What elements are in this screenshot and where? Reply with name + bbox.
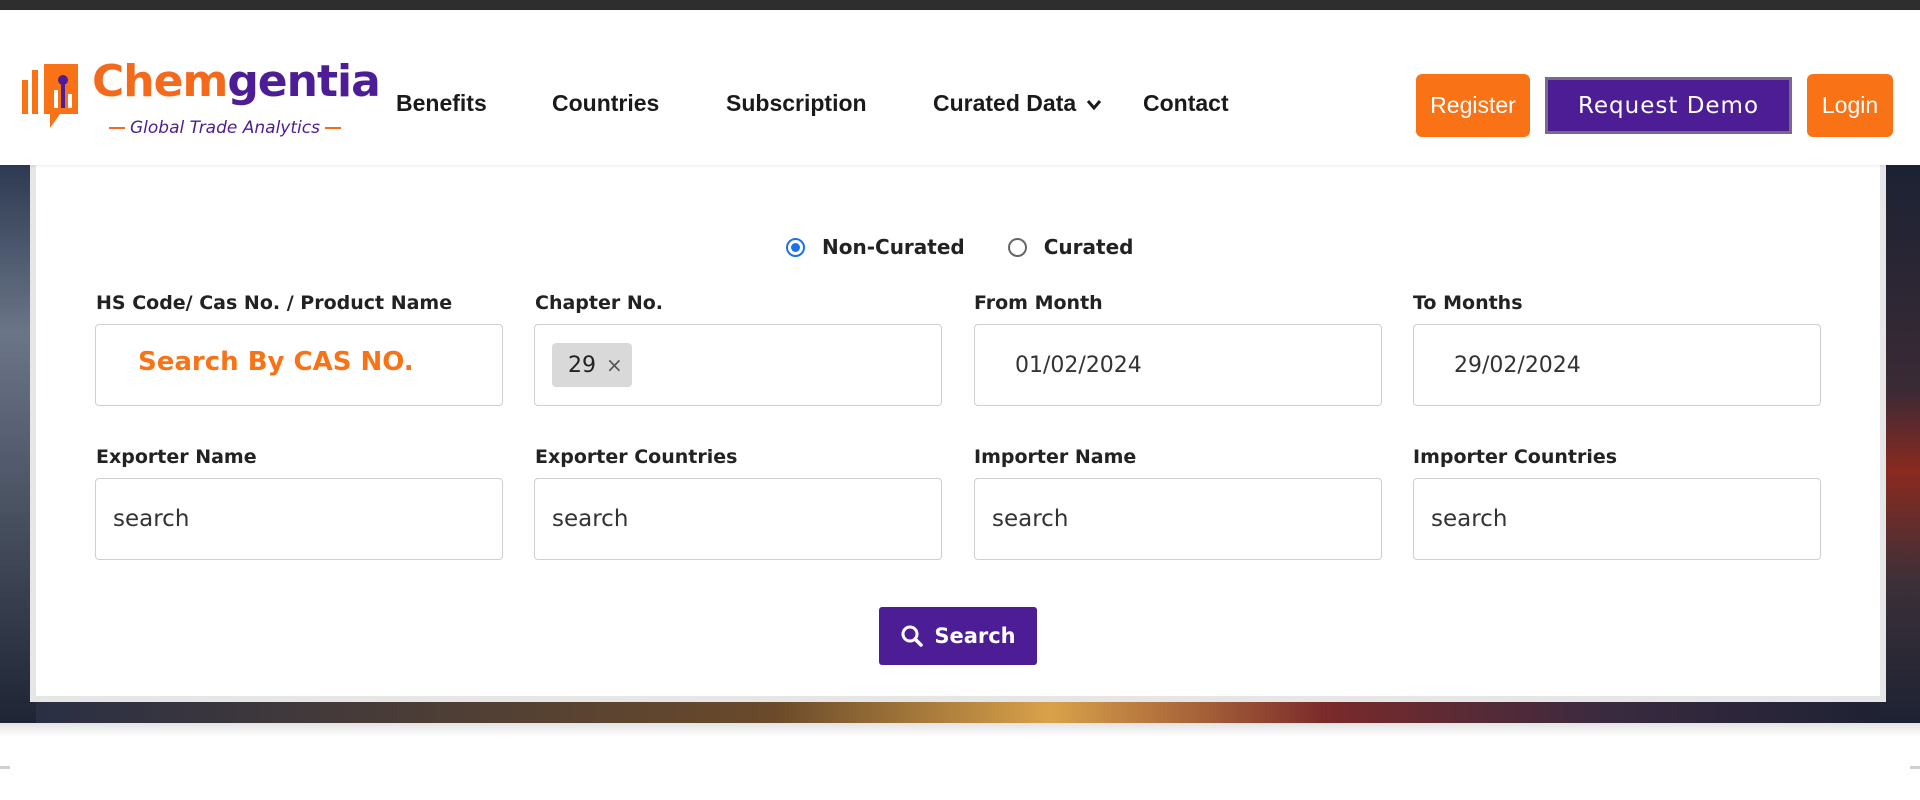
chapter-chip-value: 29 xyxy=(568,352,596,378)
nav-countries[interactable]: Countries xyxy=(552,90,659,120)
search-icon xyxy=(901,625,924,647)
nav-contact[interactable]: Contact xyxy=(1143,90,1229,120)
hero-fade xyxy=(0,723,1920,737)
hs-code-placeholder: Search By CAS NO. xyxy=(138,347,414,377)
importer-name-placeholder: search xyxy=(992,506,1069,532)
hs-code-input[interactable]: Search By CAS NO. xyxy=(95,324,503,406)
radio-non-curated[interactable] xyxy=(786,237,805,257)
exporter-countries-input[interactable]: search xyxy=(534,478,942,560)
brand-tagline: Global Trade Analytics xyxy=(104,118,346,138)
importer-countries-input[interactable]: search xyxy=(1413,478,1821,560)
exporter-name-placeholder: search xyxy=(113,506,190,532)
to-months-value: 29/02/2024 xyxy=(1454,352,1581,378)
divider-left xyxy=(0,766,10,769)
radio-non-curated-label: Non-Curated xyxy=(822,235,965,259)
divider-right xyxy=(1910,766,1920,769)
top-border xyxy=(0,0,1920,10)
importer-countries-placeholder: search xyxy=(1431,506,1508,532)
from-month-input[interactable]: 01/02/2024 xyxy=(974,324,1382,406)
nav-curated-data[interactable]: Curated Data xyxy=(933,90,1103,120)
site-header: Chemgentia Global Trade Analytics Benefi… xyxy=(0,10,1920,165)
register-button[interactable]: Register xyxy=(1416,74,1530,137)
exporter-name-input[interactable]: search xyxy=(95,478,503,560)
importer-name-input[interactable]: search xyxy=(974,478,1382,560)
nav-benefits[interactable]: Benefits xyxy=(396,90,487,120)
nav-curated-data-label: Curated Data xyxy=(933,90,1077,116)
exporter-name-label: Exporter Name xyxy=(96,446,257,468)
radio-curated[interactable] xyxy=(1007,237,1027,257)
hero-background-left xyxy=(0,165,36,723)
logo-mark-icon xyxy=(22,64,78,128)
chapter-label: Chapter No. xyxy=(535,292,664,314)
search-button[interactable]: Search xyxy=(879,607,1037,665)
radio-curated-label: Curated xyxy=(1043,235,1134,259)
chevron-down-icon xyxy=(1086,99,1101,111)
importer-countries-label: Importer Countries xyxy=(1413,446,1618,468)
chapter-select[interactable]: 29 × xyxy=(534,324,942,406)
hs-code-label: HS Code/ Cas No. / Product Name xyxy=(96,292,453,314)
brand-name: Chemgentia xyxy=(92,56,381,107)
to-months-label: To Months xyxy=(1413,292,1523,314)
search-button-label: Search xyxy=(934,624,1016,648)
importer-name-label: Importer Name xyxy=(974,446,1137,468)
from-month-label: From Month xyxy=(974,292,1103,314)
data-type-radio-group: Non-Curated Curated xyxy=(786,232,1176,262)
nav-subscription[interactable]: Subscription xyxy=(726,90,867,120)
chapter-chip: 29 × xyxy=(552,343,632,387)
hero-background-right xyxy=(1880,165,1920,723)
exporter-countries-placeholder: search xyxy=(552,506,629,532)
login-button[interactable]: Login xyxy=(1807,74,1893,137)
brand-logo[interactable]: Chemgentia Global Trade Analytics xyxy=(22,58,381,150)
chip-remove-icon[interactable]: × xyxy=(606,353,623,377)
exporter-countries-label: Exporter Countries xyxy=(535,446,738,468)
to-months-input[interactable]: 29/02/2024 xyxy=(1413,324,1821,406)
hero-background-bottom xyxy=(36,693,1880,723)
request-demo-button[interactable]: Request Demo xyxy=(1545,77,1792,134)
from-month-value: 01/02/2024 xyxy=(1015,352,1142,378)
